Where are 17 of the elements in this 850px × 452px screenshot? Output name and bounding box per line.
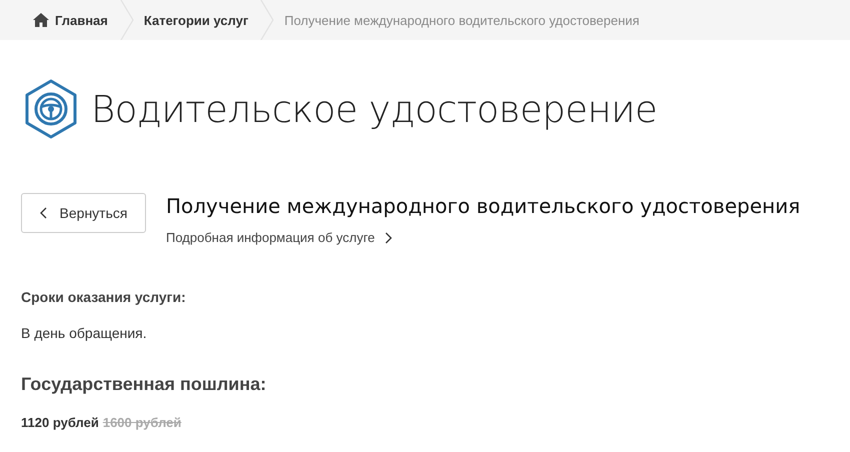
- price-text: 1120 рублей: [21, 415, 99, 430]
- section-heading: Сроки оказания услуги:: [21, 289, 187, 305]
- chevron-right-icon: [384, 232, 392, 244]
- home-icon: [33, 13, 49, 27]
- chevron-left-icon: [40, 207, 48, 219]
- service-title: Получение международного водительского удостоверения: [166, 193, 800, 219]
- breadcrumb-separator-icon: [260, 0, 274, 40]
- breadcrumb-current: Получение международного водительского удостоверения: [284, 12, 640, 28]
- breadcrumb-link[interactable]: Главная: [33, 12, 120, 28]
- breadcrumb-link[interactable]: Категории услуг: [144, 12, 260, 28]
- back-button[interactable]: Вернуться: [21, 193, 146, 233]
- old-price-text: 1600 рублей: [102, 415, 182, 430]
- page-title: Водительское удостоверение: [91, 88, 658, 130]
- breadcrumb-separator-icon: [120, 0, 134, 40]
- section-heading: Государственная пошлина:: [21, 374, 268, 395]
- details-link[interactable]: Подробная информация об услуге: [166, 230, 800, 245]
- section-text: В день обращения.: [21, 325, 148, 341]
